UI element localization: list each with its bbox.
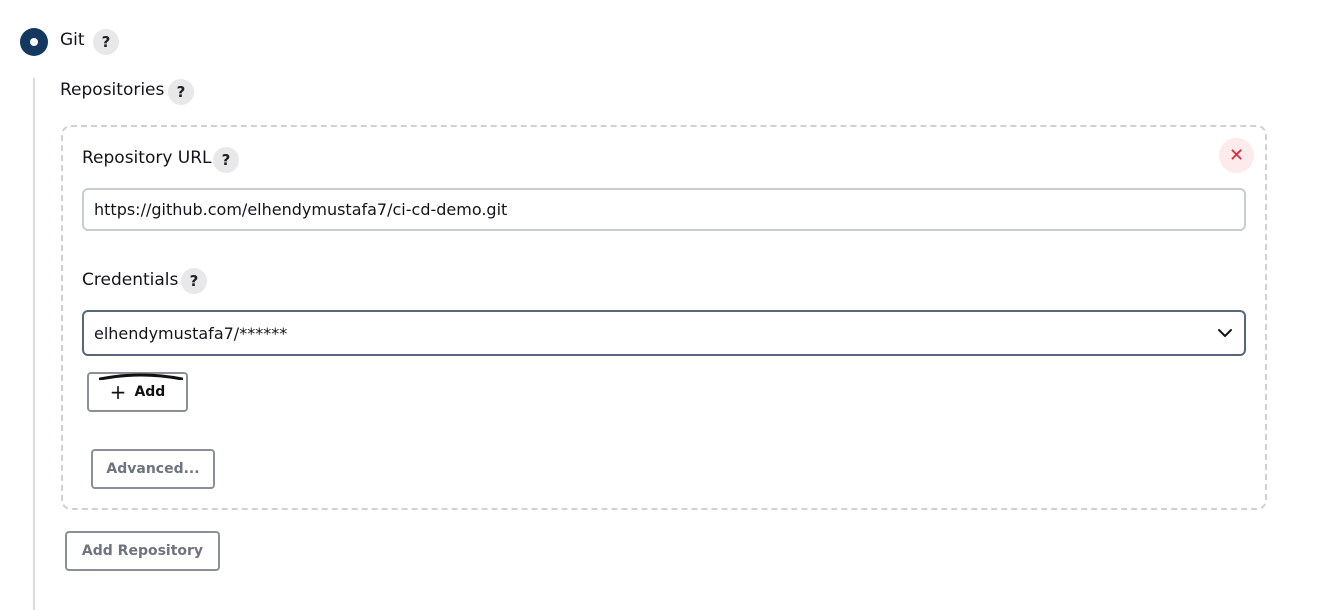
repository-url-label: Repository URL	[82, 148, 212, 168]
section-indent-line	[33, 78, 35, 610]
close-icon: ✕	[1228, 144, 1245, 166]
repository-url-input[interactable]	[82, 188, 1246, 231]
credentials-help-icon[interactable]: ?	[181, 268, 207, 294]
add-repository-button[interactable]: Add Repository	[65, 531, 220, 571]
repository-url-help-icon[interactable]: ?	[213, 147, 239, 173]
git-radio-button[interactable]	[20, 28, 48, 56]
credentials-label: Credentials	[82, 270, 179, 290]
credentials-selected-value: elhendymustafa7/******	[94, 323, 288, 343]
repositories-label: Repositories	[60, 80, 165, 100]
add-button-arc-mark	[99, 373, 183, 380]
remove-repository-button[interactable]: ✕	[1219, 138, 1254, 173]
radio-selected-dot	[30, 38, 38, 46]
advanced-button[interactable]: Advanced...	[91, 449, 215, 489]
plus-icon: +	[109, 380, 127, 404]
git-help-icon[interactable]: ?	[93, 29, 119, 55]
repositories-help-icon[interactable]: ?	[168, 79, 194, 105]
git-label: Git	[60, 30, 85, 50]
chevron-down-icon	[1218, 329, 1232, 337]
add-credentials-label: Add	[134, 384, 166, 400]
git-scm-section: Git ? Repositories ? ✕ Repository URL ? …	[0, 0, 1336, 610]
credentials-select[interactable]: elhendymustafa7/******	[82, 310, 1246, 356]
